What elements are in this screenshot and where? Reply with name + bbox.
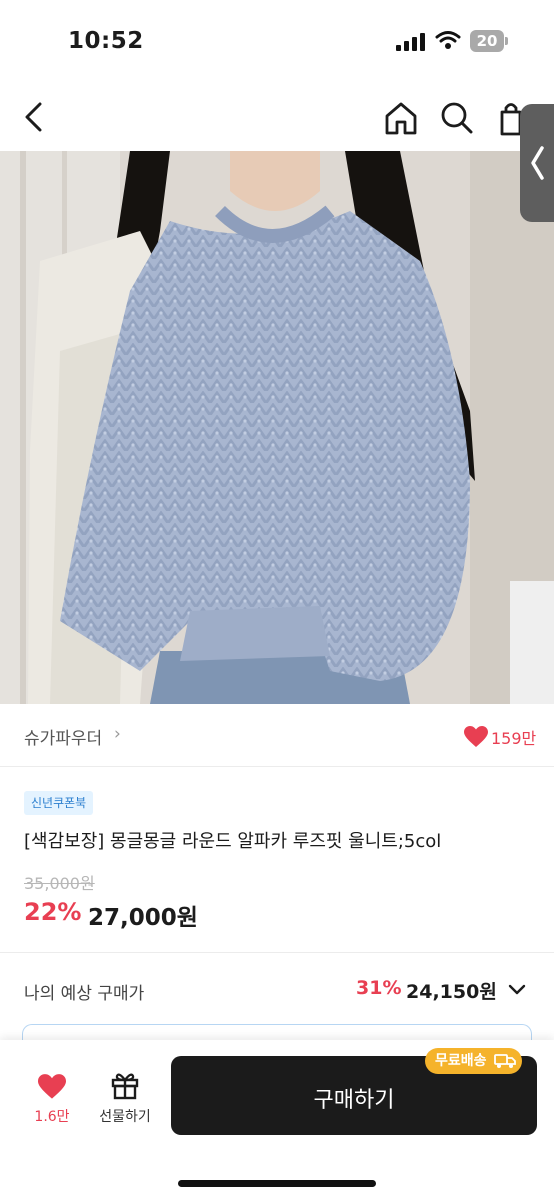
gift-button[interactable]: 선물하기 [88, 1070, 162, 1130]
wifi-icon [435, 31, 461, 49]
discount-rate: 22% [24, 898, 82, 926]
top-nav-bar [0, 84, 554, 150]
gift-icon [111, 1073, 139, 1100]
buy-button-label: 구매하기 [313, 1088, 395, 1113]
free-shipping-badge: 무료배송 [425, 1048, 523, 1074]
free-shipping-label: 무료배송 [435, 1053, 487, 1069]
home-indicator [178, 1180, 376, 1187]
brand-row[interactable]: 슈가파우더 › 159만 [0, 704, 554, 766]
bottom-action-bar: 1.6만 선물하기 구매하기 무료배송 [0, 1040, 554, 1200]
original-price: 35,000원 [24, 874, 95, 893]
status-time: 10:52 [68, 28, 144, 54]
product-photo-illustration [0, 151, 554, 704]
coupon-badge: 신년쿠폰북 [24, 791, 94, 815]
delivery-truck-icon [494, 1054, 517, 1068]
expected-price-label: 나의 예상 구매가 [24, 984, 145, 1004]
product-title: [색감보장] 몽글몽글 라운드 알파카 루즈핏 울니트;5col [24, 831, 442, 852]
divider [0, 766, 554, 767]
battery-level: 20 [476, 32, 498, 50]
expected-discount-rate: 31% [356, 977, 402, 999]
brand-name[interactable]: 슈가파우더 [24, 724, 102, 749]
home-icon[interactable] [382, 100, 420, 136]
chevron-left-icon [531, 146, 544, 180]
wishlist-count: 1.6만 [34, 1109, 70, 1125]
chevron-down-icon[interactable] [506, 980, 528, 1000]
divider [0, 952, 554, 953]
wishlist-button[interactable]: 1.6만 [26, 1070, 78, 1130]
cellular-signal-icon [396, 33, 425, 51]
side-panel-tab[interactable] [520, 104, 554, 222]
expected-price-value: 24,150원 [406, 981, 497, 1003]
heart-icon [38, 1074, 66, 1099]
status-bar: 10:52 20 [0, 0, 554, 80]
product-image[interactable] [0, 151, 554, 704]
back-arrow-icon[interactable] [18, 100, 52, 134]
battery-icon: 20 [470, 30, 508, 52]
gift-label: 선물하기 [99, 1109, 151, 1125]
like-count: 159만 [491, 729, 537, 748]
search-icon[interactable] [438, 100, 476, 136]
heart-icon[interactable] [464, 726, 488, 748]
chevron-right-icon: › [114, 724, 121, 744]
sale-price: 27,000원 [88, 905, 198, 931]
